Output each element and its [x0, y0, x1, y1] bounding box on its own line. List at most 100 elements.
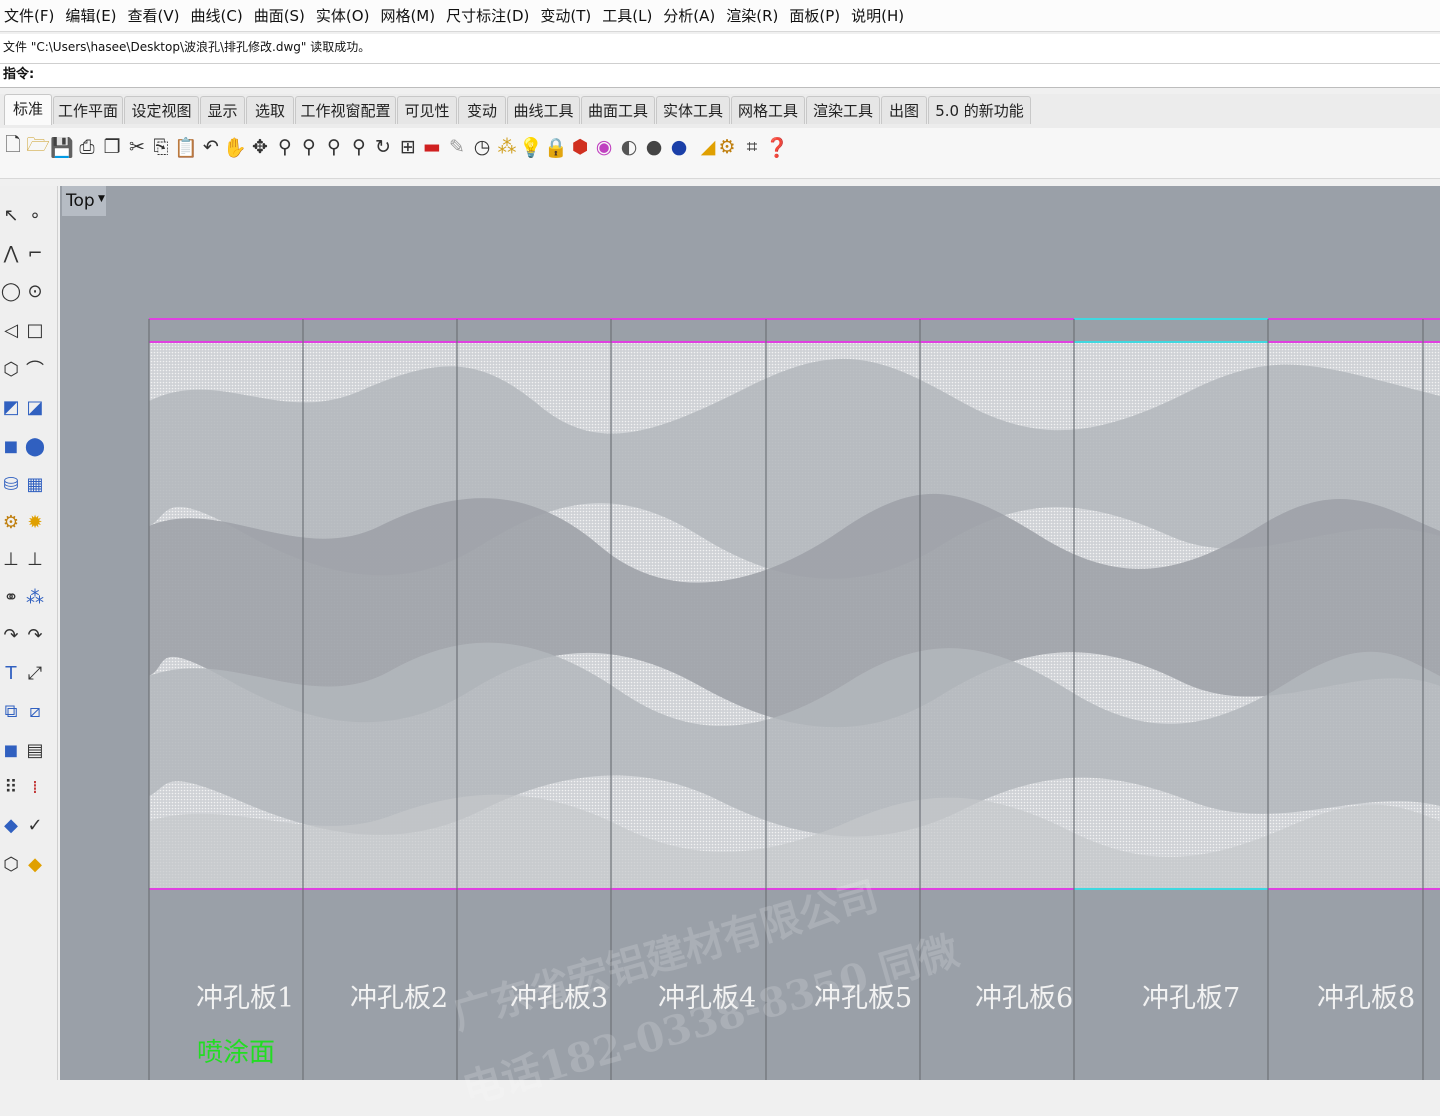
- color-wheel-icon[interactable]: ◉: [593, 132, 615, 162]
- tab-transform[interactable]: 变动: [458, 96, 506, 124]
- menu-panels[interactable]: 面板(P): [789, 5, 840, 26]
- rectangle-icon[interactable]: □: [24, 315, 46, 345]
- zoom-icon[interactable]: ⚲: [274, 132, 296, 162]
- grid-snap-icon[interactable]: ⌗: [741, 132, 763, 162]
- solid-box-icon[interactable]: ◼: [0, 735, 22, 765]
- menu-dimension[interactable]: 尺寸标注(D): [446, 5, 529, 26]
- point-icon[interactable]: ∘: [24, 200, 46, 230]
- tab-display[interactable]: 显示: [200, 96, 245, 124]
- trim-icon[interactable]: ⊥: [24, 544, 46, 574]
- zoom-extents-icon[interactable]: ⚲: [323, 132, 345, 162]
- grid-array-icon[interactable]: ⠿: [0, 772, 22, 802]
- analysis-icon[interactable]: ⬡: [0, 849, 22, 879]
- tab-select[interactable]: 选取: [246, 96, 294, 124]
- rendered-sphere-icon[interactable]: ●: [643, 132, 665, 162]
- render-icon[interactable]: ◆: [24, 849, 46, 879]
- open-folder-icon[interactable]: 🗁: [26, 132, 50, 162]
- menu-surface[interactable]: 曲面(S): [254, 5, 305, 26]
- tab-mesh-tools[interactable]: 网格工具: [731, 96, 805, 124]
- polygon-icon[interactable]: ⬡: [0, 354, 22, 384]
- sweep-icon[interactable]: ◪: [24, 392, 46, 422]
- blend-icon[interactable]: ↷: [24, 620, 46, 650]
- paste-icon[interactable]: 📋: [174, 132, 198, 162]
- dimension-icon[interactable]: ⁞: [24, 772, 46, 802]
- material-cube-icon[interactable]: ⬢: [569, 132, 591, 162]
- text-icon[interactable]: T: [0, 658, 22, 688]
- circle-icon[interactable]: ◯: [0, 276, 22, 306]
- viewport-menu-arrow-icon[interactable]: ▼: [98, 194, 105, 204]
- toolbar-tabs: 标准 工作平面 设定视图 显示 选取 工作视窗配置 可见性 变动 曲线工具 曲面…: [0, 94, 1440, 128]
- shaded-sphere-icon[interactable]: ◐: [618, 132, 640, 162]
- cut-icon[interactable]: ✂: [126, 132, 148, 162]
- import-icon[interactable]: ❐: [101, 132, 123, 162]
- tab-render-tools[interactable]: 渲染工具: [806, 96, 880, 124]
- mirror-icon[interactable]: ⧄: [24, 696, 46, 726]
- rotate-view-icon[interactable]: ✥: [249, 132, 271, 162]
- check-icon[interactable]: ✓: [24, 810, 46, 840]
- tab-drafting[interactable]: 出图: [881, 96, 927, 124]
- clock-icon[interactable]: ◷: [471, 132, 493, 162]
- zoom-window-icon[interactable]: ⚲: [298, 132, 320, 162]
- boolean-icon[interactable]: ⚭: [0, 582, 22, 612]
- lock-icon[interactable]: 🔒: [544, 132, 568, 162]
- menu-tools[interactable]: 工具(L): [602, 5, 652, 26]
- four-viewports-icon[interactable]: ⊞: [397, 132, 419, 162]
- tab-standard[interactable]: 标准: [4, 94, 52, 125]
- group-icon[interactable]: ⁂: [24, 582, 46, 612]
- menu-solid[interactable]: 实体(O): [316, 5, 370, 26]
- gear-tool-icon[interactable]: ⚙: [0, 507, 22, 537]
- mesh-icon[interactable]: ▦: [24, 469, 46, 499]
- split-icon[interactable]: ⊥: [0, 544, 22, 574]
- light-bulb-icon[interactable]: 💡: [519, 132, 543, 162]
- menu-bar: 文件(F) 编辑(E) 查看(V) 曲线(C) 曲面(S) 实体(O) 网格(M…: [0, 0, 1440, 32]
- menu-mesh[interactable]: 网格(M): [380, 5, 435, 26]
- tab-solid-tools[interactable]: 实体工具: [656, 96, 730, 124]
- copy-icon[interactable]: ⎘: [150, 132, 172, 162]
- save-icon[interactable]: 💾: [50, 132, 74, 162]
- curve-point-icon[interactable]: ⌐: [24, 238, 46, 268]
- menu-file[interactable]: 文件(F): [4, 5, 54, 26]
- menu-transform[interactable]: 变动(T): [540, 5, 591, 26]
- hatch-icon[interactable]: ▤: [24, 735, 46, 765]
- offset-icon[interactable]: ↷: [0, 620, 22, 650]
- point-cloud-icon[interactable]: ⁂: [496, 132, 518, 162]
- panel-label-8: 冲孔板8: [1317, 983, 1416, 1014]
- select-arrow-icon[interactable]: ↖: [0, 200, 22, 230]
- car-icon[interactable]: ▬: [421, 132, 443, 162]
- zoom-selected-icon[interactable]: ⚲: [348, 132, 370, 162]
- tab-viewport-layout[interactable]: 工作视窗配置: [295, 96, 396, 124]
- circle-center-icon[interactable]: ⊙: [24, 276, 46, 306]
- box-icon[interactable]: ◼: [0, 431, 22, 461]
- arc-icon[interactable]: ◁: [0, 315, 22, 345]
- fillet-curve-icon[interactable]: ⌒: [24, 354, 46, 384]
- menu-render[interactable]: 渲染(R): [726, 5, 778, 26]
- spheres-icon[interactable]: ⬤: [24, 431, 46, 461]
- tab-cplanes[interactable]: 工作平面: [53, 96, 123, 124]
- array-icon[interactable]: ⧉: [0, 696, 22, 726]
- print-icon[interactable]: ⎙: [76, 132, 98, 162]
- help-icon[interactable]: ❓: [765, 132, 789, 162]
- extrude-icon[interactable]: ◆: [0, 810, 22, 840]
- surface-icon[interactable]: ◩: [0, 392, 22, 422]
- polyline-icon[interactable]: ⋀: [0, 238, 22, 268]
- rotate-camera-icon[interactable]: ↻: [372, 132, 394, 162]
- explode-icon[interactable]: ✹: [24, 507, 46, 537]
- pan-hand-icon[interactable]: ✋: [223, 132, 247, 162]
- tab-visibility[interactable]: 可见性: [397, 96, 457, 124]
- menu-edit[interactable]: 编辑(E): [65, 5, 116, 26]
- scale-icon[interactable]: ⤢: [24, 658, 46, 688]
- menu-view[interactable]: 查看(V): [128, 5, 180, 26]
- tab-surface-tools[interactable]: 曲面工具: [581, 96, 655, 124]
- cylinder-icon[interactable]: ⛁: [0, 469, 22, 499]
- tab-set-view[interactable]: 设定视图: [124, 96, 199, 124]
- menu-help[interactable]: 说明(H): [851, 5, 904, 26]
- command-prompt[interactable]: 指令:: [0, 64, 1440, 88]
- tab-curve-tools[interactable]: 曲线工具: [507, 96, 580, 124]
- blue-sphere-icon[interactable]: ●: [668, 132, 690, 162]
- new-file-icon[interactable]: 🗋: [2, 132, 24, 162]
- gear-settings-icon[interactable]: ⚙: [716, 132, 738, 162]
- undo-icon[interactable]: ↶: [200, 132, 222, 162]
- menu-analyze[interactable]: 分析(A): [663, 5, 715, 26]
- menu-curve[interactable]: 曲线(C): [191, 5, 243, 26]
- tab-new-in-v5[interactable]: 5.0 的新功能: [928, 96, 1031, 124]
